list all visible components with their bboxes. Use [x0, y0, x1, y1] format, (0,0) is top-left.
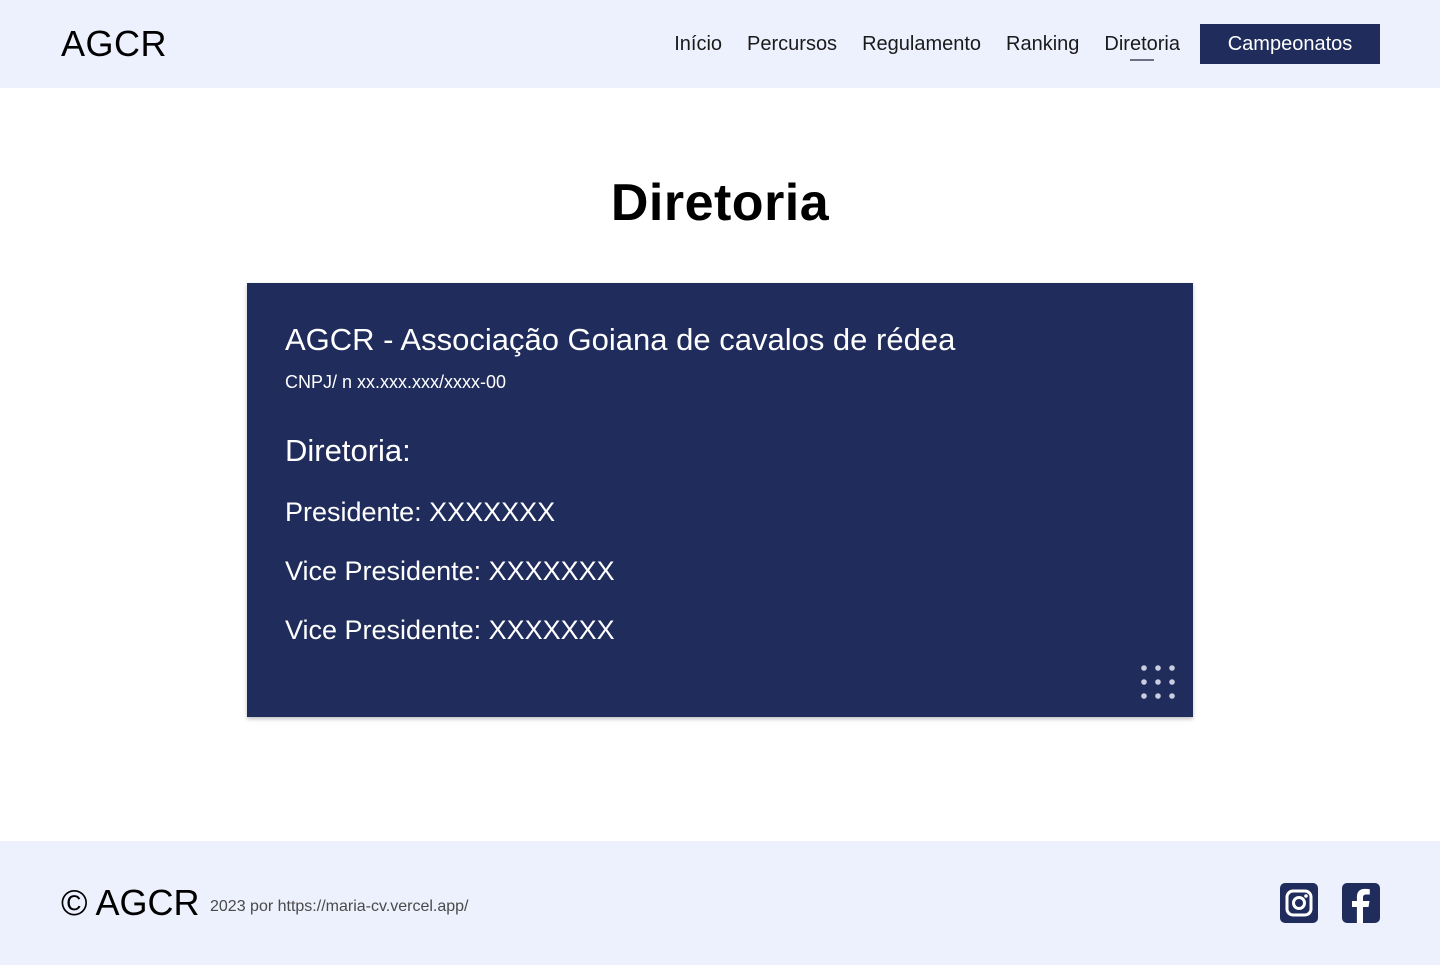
- site-logo[interactable]: AGCR: [61, 24, 167, 64]
- main-nav: Início Percursos Regulamento Ranking Dir…: [674, 24, 1380, 64]
- cnpj-text: CNPJ/ n xx.xxx.xxx/xxxx-00: [285, 372, 507, 392]
- board-member: Vice Presidente: XXXXXXX: [285, 556, 615, 586]
- dots-grid-icon: [1139, 663, 1177, 701]
- nav-link-regulamento[interactable]: Regulamento: [862, 24, 981, 64]
- board-heading: Diretoria:: [285, 433, 411, 468]
- nav-link-diretoria[interactable]: Diretoria: [1104, 24, 1180, 64]
- association-name: AGCR - Associação Goiana de cavalos de r…: [285, 322, 956, 357]
- site-header: AGCR Início Percursos Regulamento Rankin…: [0, 0, 1440, 88]
- board-member: Presidente: XXXXXXX: [285, 497, 556, 527]
- page-title: Diretoria: [610, 174, 830, 232]
- nav-link-inicio[interactable]: Início: [674, 24, 722, 64]
- board-card: AGCR - Associação Goiana de cavalos de r…: [247, 283, 1193, 717]
- facebook-icon[interactable]: [1342, 883, 1380, 923]
- nav-link-ranking[interactable]: Ranking: [1006, 24, 1079, 64]
- footer-credit[interactable]: 2023 por https://maria-cv.vercel.app/: [210, 897, 469, 917]
- campeonatos-button[interactable]: Campeonatos: [1200, 24, 1380, 64]
- instagram-icon[interactable]: [1280, 883, 1318, 923]
- footer-copyright: © AGCR: [61, 882, 200, 923]
- nav-link-percursos[interactable]: Percursos: [747, 24, 837, 64]
- board-member: Vice Presidente: XXXXXXX: [285, 615, 615, 645]
- site-footer: © AGCR 2023 por https://maria-cv.vercel.…: [0, 841, 1440, 965]
- page: AGCR Início Percursos Regulamento Rankin…: [0, 0, 1440, 965]
